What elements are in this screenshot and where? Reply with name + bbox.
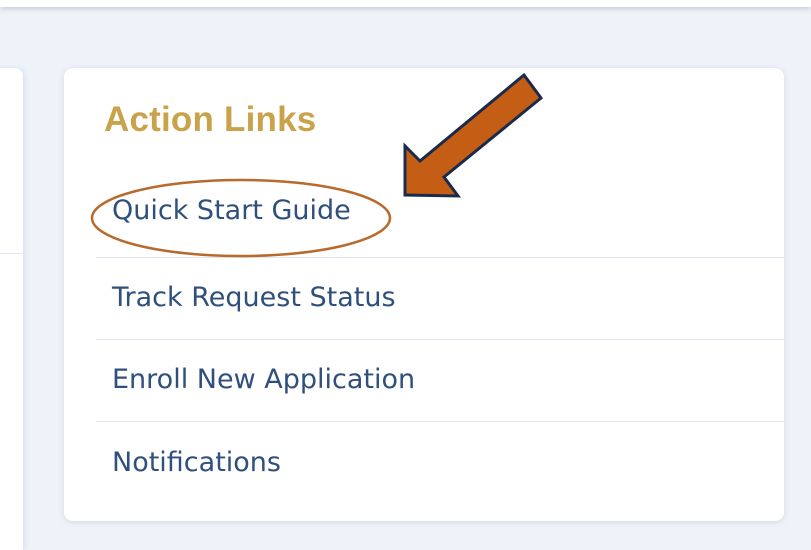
notifications-link[interactable]: Notifications: [112, 447, 281, 478]
action-links-title: Action Links: [104, 100, 317, 139]
action-links-list: Quick Start Guide Track Request Status E…: [96, 176, 784, 504]
link-item-track-request-status: Track Request Status: [96, 258, 784, 340]
link-item-notifications: Notifications: [96, 422, 784, 504]
link-item-quick-start-guide: Quick Start Guide: [96, 176, 784, 258]
left-panel-divider: [0, 253, 23, 254]
track-request-status-link[interactable]: Track Request Status: [112, 282, 396, 313]
action-links-card: Action Links Quick Start Guide Track Req…: [64, 68, 784, 521]
enroll-new-application-link[interactable]: Enroll New Application: [112, 364, 415, 395]
page: Action Links Quick Start Guide Track Req…: [0, 0, 811, 550]
left-panel: [0, 68, 23, 550]
quick-start-guide-link[interactable]: Quick Start Guide: [112, 195, 351, 226]
link-item-enroll-new-application: Enroll New Application: [96, 340, 784, 422]
top-bar: [0, 0, 811, 7]
